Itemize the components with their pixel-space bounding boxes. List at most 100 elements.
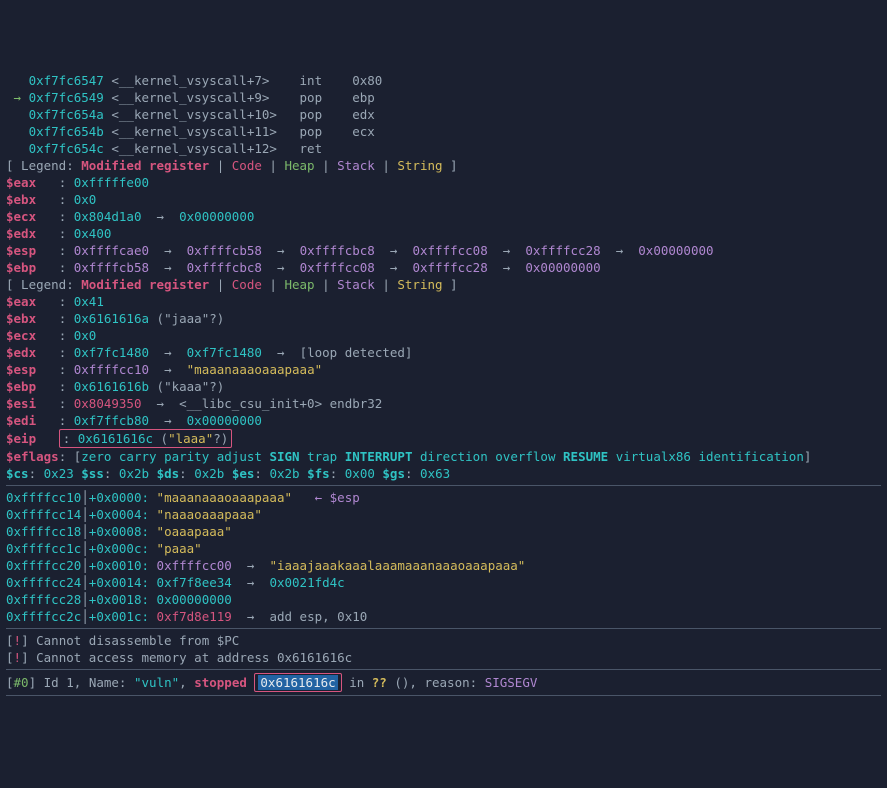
warning-text: Cannot disassemble from $PC [36,633,239,648]
legend-code: Code [232,277,262,292]
frame-id: #0 [14,675,29,690]
flag: RESUME [563,449,608,464]
symbol: <__kernel_vsyscall+12> [111,141,299,156]
stack-addr: 0xffffcc28 [6,592,81,607]
stack-addr: 0xffffcc10 [6,490,81,505]
frame-addr: 0x6161616c [258,675,337,690]
mnemonic: pop [300,90,353,105]
reg-ebx: $ebx : 0x6161616a ("jaaa"?) [6,310,881,327]
seg-value: 0x63 [420,466,450,481]
stack-line: 0xffffcc18│+0x0008: "oaaapaaa" [6,523,881,540]
arrow-icon [6,141,29,156]
stack-addr: 0xffffcc18 [6,524,81,539]
stack-value: "paaa" [157,541,202,556]
chain-value: 0x00000000 [525,260,600,275]
mnemonic: pop [300,124,353,139]
reg-name: $esi [6,396,59,411]
stack-line: 0xffffcc1c│+0x000c: "paaa" [6,540,881,557]
seg-name: $es [232,466,255,481]
reg-name: $ebp [6,379,59,394]
reg-esp: $esp : 0xffffcae0 → 0xffffcb58 → 0xffffc… [6,242,881,259]
reg-edi: $edi : 0xf7ffcb80 → 0x00000000 [6,412,881,429]
stack-addr: 0xffffcc1c [6,541,81,556]
stack-offset: +0x001c: [89,609,149,624]
reg-name: $eflags [6,449,59,464]
stack-line: 0xffffcc28│+0x0018: 0x00000000 [6,591,881,608]
stack-value: "maaanaaaoaaapaaa" [157,490,292,505]
stack-line: 0xffffcc2c│+0x001c: 0xf7d8e119 → add esp… [6,608,881,625]
flag: trap [307,449,337,464]
flag: SIGN [269,449,299,464]
reg-edx: $edx : 0x400 [6,225,881,242]
mnemonic: ret [300,141,353,156]
flag: identification [699,449,804,464]
legend-heap: Heap [284,158,314,173]
addr: 0xf7fc654b [29,124,112,139]
seg-value: 0x2b [269,466,299,481]
mnemonic: pop [300,107,353,122]
warning-line: [!] Cannot access memory at address 0x61… [6,649,881,666]
stack-addr: 0xffffcc20 [6,558,81,573]
reg-ebx: $ebx : 0x0 [6,191,881,208]
reg-esi: $esi : 0x8049350 → <__libc_csu_init+0> e… [6,395,881,412]
stack-deref: add esp, 0x10 [269,609,367,624]
seg-name: $ss [81,466,104,481]
reg-ebp: $ebp : 0x6161616b ("kaaa"?) [6,378,881,395]
addr: 0xf7fc654c [29,141,112,156]
stack-line: 0xffffcc14│+0x0004: "naaaoaaapaaa" [6,506,881,523]
reg-name: $esp [6,362,59,377]
stack-line: 0xffffcc20│+0x0010: 0xffffcc00 → "iaaaja… [6,557,881,574]
operands: ebp [352,90,375,105]
bang-icon: ! [14,633,22,648]
stack-value: "oaaapaaa" [157,524,232,539]
reg-name: $eax [6,175,59,190]
addr: 0xf7fc654a [29,107,112,122]
stack-offset: +0x0018: [89,592,149,607]
stack-deref: 0x0021fd4c [269,575,344,590]
reg-eax: $eax : 0xfffffe00 [6,174,881,191]
operands: 0x80 [352,73,382,88]
esp-marker: ← $esp [315,490,360,505]
stack-value: 0xffffcc00 [157,558,232,573]
flag: overflow [495,449,555,464]
stack-offset: +0x0004: [89,507,149,522]
chain-value: 0xffffcc28 [525,243,600,258]
legend: [ Legend: Modified register | Code | Hea… [6,157,881,174]
seg-value: 0x2b [119,466,149,481]
stack-line: 0xffffcc24│+0x0014: 0xf7f8ee34 → 0x0021f… [6,574,881,591]
legend-code: Code [232,158,262,173]
symbol: <__kernel_vsyscall+11> [111,124,299,139]
reg-edx: $edx : 0xf7fc1480 → 0xf7fc1480 → [loop d… [6,344,881,361]
disasm-line: 0xf7fc654a <__kernel_vsyscall+10> pop ed… [6,106,881,123]
seg-name: $ds [157,466,180,481]
operands: ecx [352,124,375,139]
warning-text: Cannot access memory at address 0x616161… [36,650,352,665]
frame-line: [#0] Id 1, Name: "vuln", stopped 0x61616… [6,673,881,692]
reg-name: $ecx [6,328,59,343]
chain-value: 0xf7fc1480 [187,345,262,360]
seg-value: 0x00 [345,466,375,481]
reg-eflags: $eflags: [zero carry parity adjust SIGN … [6,448,881,465]
symbol: <__kernel_vsyscall+7> [111,73,299,88]
chain-value: 0xffffcc08 [300,260,375,275]
addr: 0xf7fc6549 [29,90,112,105]
reg-name: $ebp [6,260,59,275]
legend-stack: Stack [337,158,375,173]
stack-offset: +0x0010: [89,558,149,573]
flag: virtualx86 [616,449,691,464]
symbol: <__kernel_vsyscall+9> [111,90,299,105]
chain-value: 0xffffcb58 [187,243,262,258]
legend-heap: Heap [284,277,314,292]
reg-name: $ebx [6,192,59,207]
arrow-icon [6,73,29,88]
reg-ecx: $ecx : 0x804d1a0 → 0x00000000 [6,208,881,225]
highlight-box: : 0x6161616c ("laaa"?) [59,429,233,448]
stack-value: 0xf7d8e119 [157,609,232,624]
arrow-icon [6,124,29,139]
reg-esp: $esp : 0xffffcc10 → "maaanaaaoaaapaaa" [6,361,881,378]
stack-deref: "iaaajaaakaaalaaamaaanaaaoaaapaaa" [269,558,525,573]
reg-name: $esp [6,243,59,258]
divider [6,485,881,486]
seg-name: $fs [307,466,330,481]
divider [6,628,881,629]
